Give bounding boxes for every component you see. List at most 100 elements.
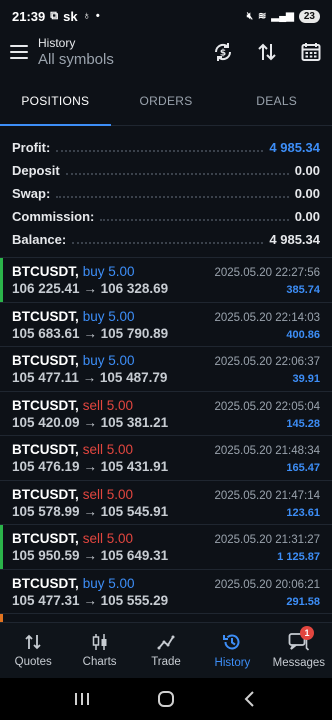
sort-icon[interactable]	[256, 41, 278, 63]
nav-label: Quotes	[14, 656, 52, 668]
position-prices: 105 476.19 → 105 431.91	[12, 459, 169, 474]
position-symbol: BTCUSDT,	[12, 353, 79, 368]
status-bar: 21:39 ⧉ sk ♁ • 🔇︎ ≋ ▂▄▆ 23	[0, 0, 332, 32]
nav-label: Messages	[272, 657, 326, 669]
nav-label: Trade	[151, 656, 181, 668]
signal-icon: ▂▄▆	[271, 10, 294, 22]
wifi-icon: ≋	[258, 10, 267, 22]
position-time: 2025.05.20 21:47:14	[214, 489, 320, 502]
position-symbol: BTCUSDT,	[12, 575, 79, 591]
history-icon	[222, 632, 242, 652]
menu-icon[interactable]	[10, 45, 28, 59]
nav-label: Charts	[82, 656, 117, 668]
position-row[interactable]: BTCUSDT, sell 5.00 2025.05.20 21:48:34 105…	[0, 436, 332, 481]
position-side: buy 5.00	[82, 575, 135, 591]
summary-label: Swap:	[12, 186, 51, 201]
position-time: 2025.05.20 22:05:04	[214, 400, 320, 413]
status-time: 21:39	[12, 8, 46, 24]
dot-leader	[100, 218, 289, 221]
nav-trade[interactable]: Trade	[133, 623, 199, 678]
position-prices: 105 477.31 → 105 555.29	[12, 592, 169, 608]
position-symbol: BTCUSDT,	[12, 486, 79, 502]
symbol-filter[interactable]: All symbols	[38, 51, 114, 68]
summary-label: Deposit	[12, 163, 60, 178]
summary-profit-row: Profit: 4 985.34	[12, 136, 320, 159]
tab-deals[interactable]: DEALS	[221, 76, 332, 125]
position-row[interactable]: BTCUSDT, sell 5.00 2025.05.20 22:05:04 105…	[0, 392, 332, 436]
history-tabs: POSITIONS ORDERS DEALS	[0, 76, 332, 126]
header-titles[interactable]: History All symbols	[38, 36, 114, 68]
nav-quotes[interactable]: Quotes	[0, 623, 66, 678]
screenshot-icon: ⧉	[50, 9, 59, 22]
position-marker	[0, 525, 3, 569]
system-navigation-bar	[0, 678, 332, 720]
currency-period-icon[interactable]: $	[212, 41, 234, 63]
battery-indicator: 23	[298, 9, 320, 23]
nav-history[interactable]: History	[199, 623, 265, 678]
svg-text:$: $	[220, 49, 226, 59]
dot-leader	[56, 195, 289, 198]
position-row[interactable]: BTCUSDT, buy 5.00 2025.05.20 22:14:03 105 …	[0, 303, 332, 347]
position-time: 2025.05.20 22:14:03	[214, 311, 320, 324]
summary-balance-row: Balance: 4 985.34	[12, 228, 320, 251]
position-side: sell 5.00	[82, 442, 134, 457]
position-profit: 291.58	[286, 595, 320, 608]
messages-badge: 1	[300, 626, 315, 640]
tab-orders[interactable]: ORDERS	[111, 76, 222, 125]
app-bar: History All symbols $	[0, 32, 332, 72]
position-row[interactable]: BTCUSDT, sell 5.00 2025.05.20 21:47:14 105…	[0, 481, 332, 525]
position-profit: 145.28	[286, 417, 320, 430]
position-prices: 105 578.99 → 105 545.91	[12, 503, 169, 519]
calendar-icon[interactable]	[300, 41, 322, 63]
position-prices: 105 683.61 → 105 790.89	[12, 325, 169, 341]
position-prices: 105 420.09 → 105 381.21	[12, 414, 169, 430]
home-button[interactable]	[146, 684, 186, 714]
position-symbol: BTCUSDT,	[12, 308, 79, 324]
position-time: 2025.05.20 22:06:37	[214, 356, 320, 368]
position-profit: 39.91	[292, 373, 320, 385]
summary-balance-value: 4 985.34	[269, 232, 320, 247]
candlestick-icon	[91, 633, 109, 651]
position-row[interactable]: BTCUSDT, buy 5.00 2025.05.20 22:06:37 105 …	[0, 347, 332, 392]
position-row[interactable]: BTCUSDT, buy 5.00 2025.05.20 20:06:21 105 …	[0, 570, 332, 614]
position-profit: 123.61	[286, 506, 320, 519]
nav-messages[interactable]: 1 Messages	[266, 623, 332, 678]
recent-apps-button[interactable]	[62, 684, 102, 714]
summary-commission-row: Commission: 0.00	[12, 205, 320, 228]
position-prices: 105 950.59 → 105 649.31	[12, 548, 169, 563]
position-profit: 400.86	[286, 328, 320, 341]
position-time: 2025.05.20 21:31:27	[214, 534, 320, 546]
position-symbol: BTCUSDT,	[12, 531, 79, 546]
summary-label: Commission:	[12, 209, 95, 224]
summary-commission-value: 0.00	[294, 209, 320, 224]
position-profit: 165.47	[286, 462, 320, 474]
page-title: History	[38, 36, 76, 50]
nav-charts[interactable]: Charts	[66, 623, 132, 678]
position-row[interactable]: BTCUSDT, buy 5.00 2025.05.20 22:27:56 106 …	[0, 258, 332, 303]
summary-label: Profit:	[12, 140, 51, 155]
summary-deposit-value: 0.00	[294, 163, 320, 178]
position-profit: 1 125.87	[277, 551, 320, 563]
summary-swap-row: Swap: 0.00	[12, 182, 320, 205]
nav-label: History	[214, 657, 251, 669]
dot-icon: •	[95, 10, 100, 22]
summary-label: Balance:	[12, 232, 67, 247]
tab-positions[interactable]: POSITIONS	[0, 76, 111, 126]
position-profit: 385.74	[286, 284, 320, 296]
position-side: sell 5.00	[82, 531, 134, 546]
mute-icon: 🔇︎	[246, 10, 254, 22]
position-row[interactable]: BTCUSDT, sell 5.00 2025.05.20 21:31:27 105…	[0, 525, 332, 570]
quotes-icon	[24, 633, 42, 651]
position-side: sell 5.00	[82, 397, 134, 413]
position-symbol: BTCUSDT,	[12, 264, 79, 279]
position-prices: 106 225.41 → 106 328.69	[12, 281, 169, 296]
position-symbol: BTCUSDT,	[12, 442, 79, 457]
dot-leader	[56, 149, 264, 152]
bike-icon: ♁	[82, 10, 91, 22]
position-prices: 105 477.11 → 105 487.79	[12, 370, 168, 385]
position-time: 2025.05.20 20:06:21	[214, 578, 320, 591]
back-button[interactable]	[230, 684, 270, 714]
position-side: buy 5.00	[82, 308, 135, 324]
summary-deposit-row: Deposit 0.00	[12, 159, 320, 182]
trade-icon	[157, 633, 175, 651]
